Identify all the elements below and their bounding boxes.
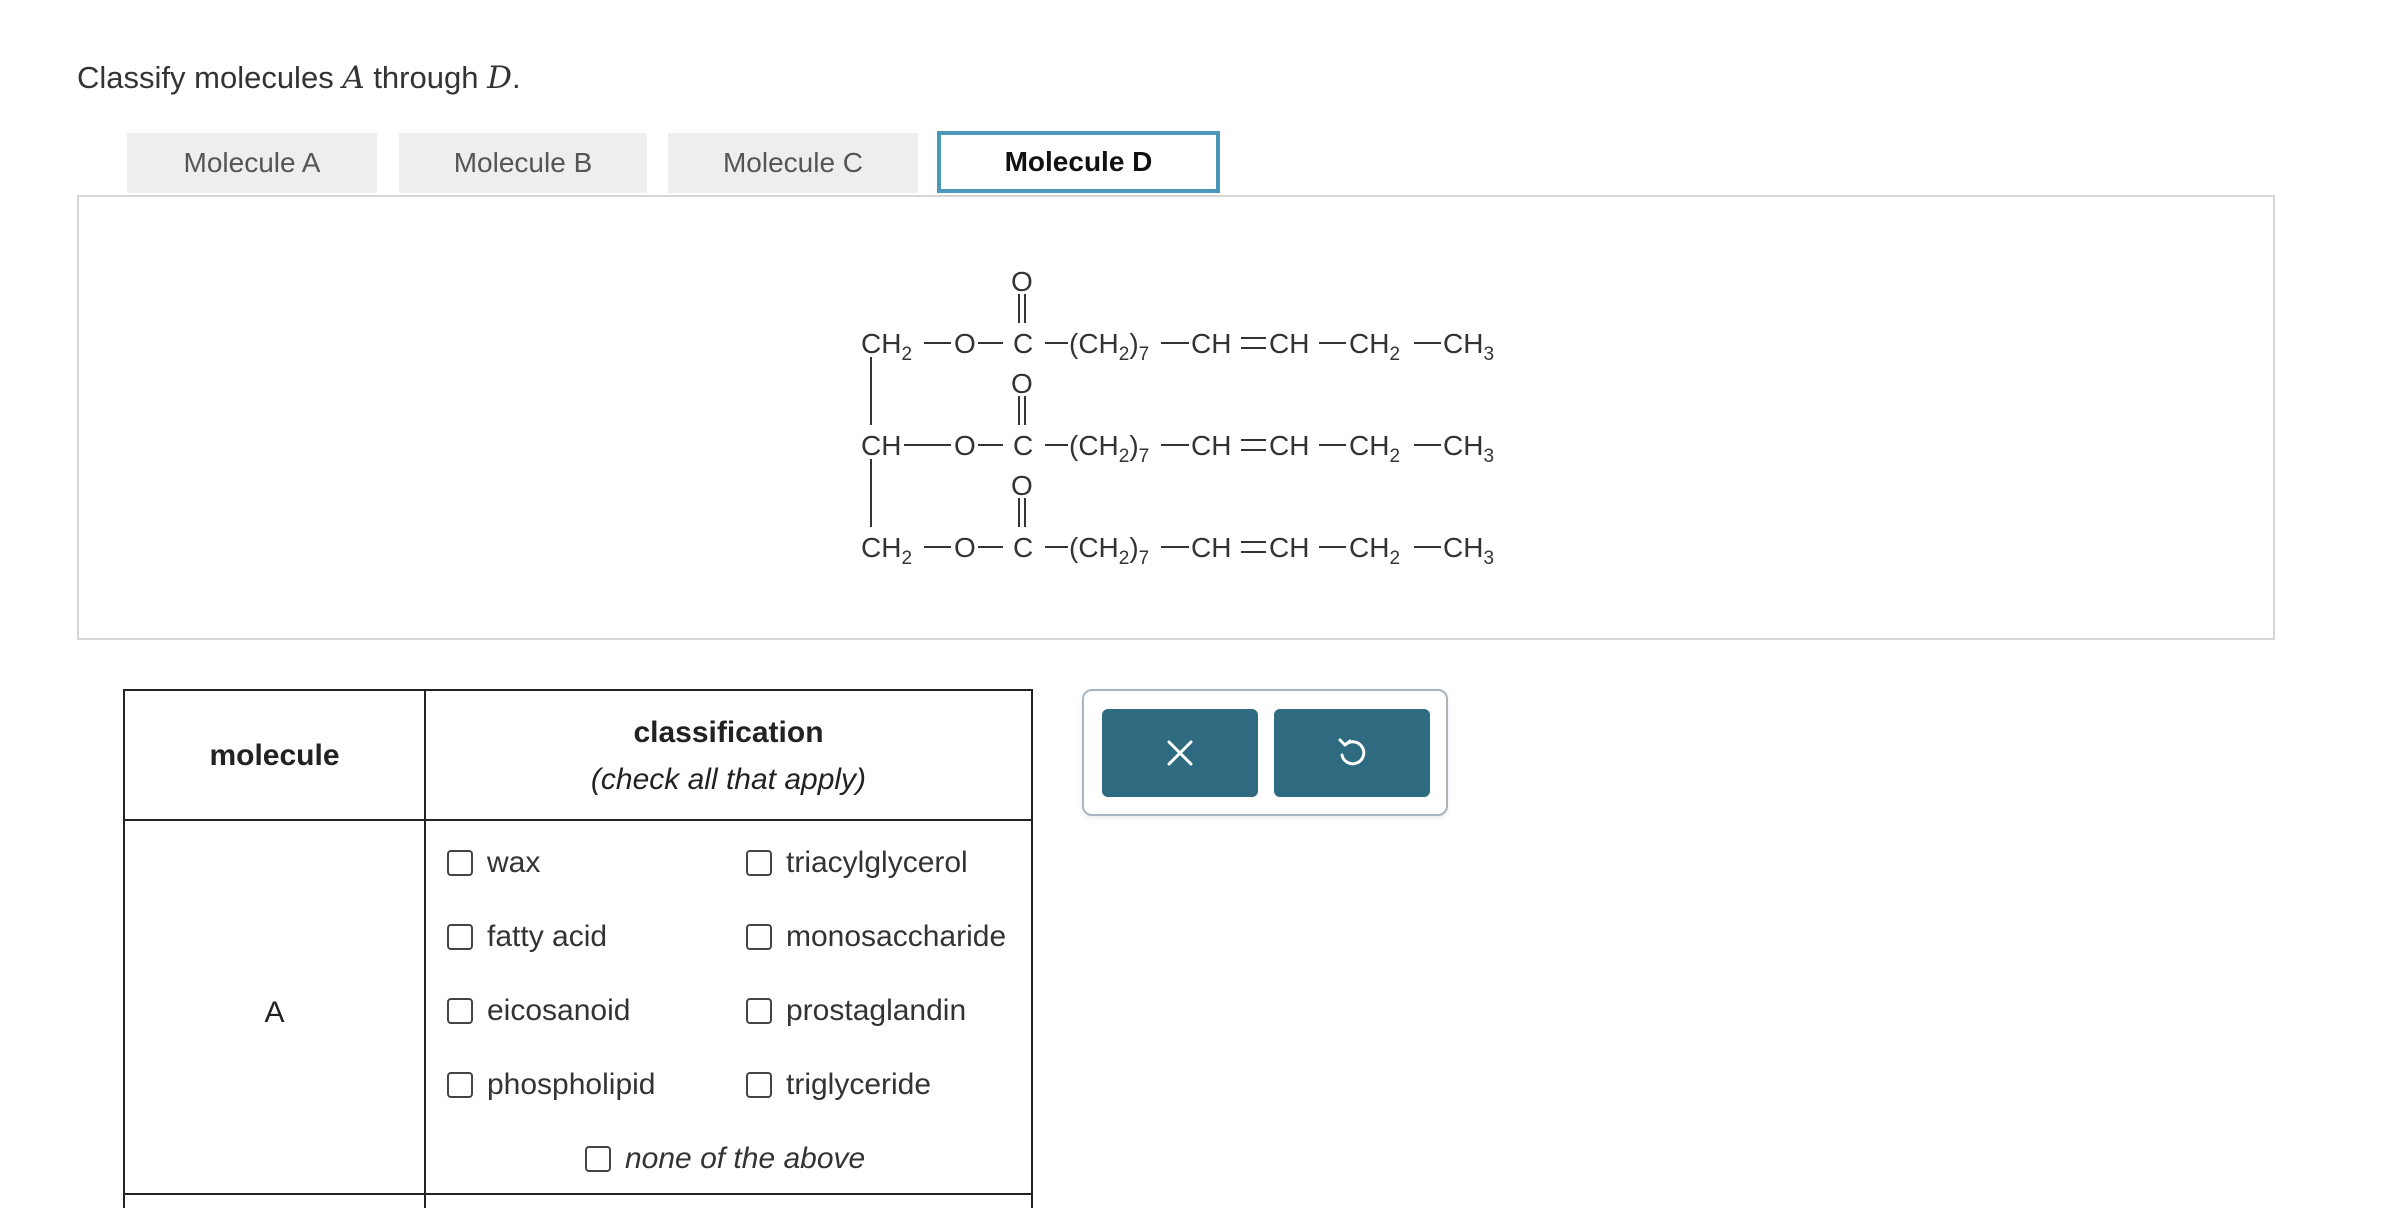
chain-ch2-2: CH2 bbox=[1349, 430, 1400, 467]
tab-molecule-d[interactable]: Molecule D bbox=[937, 131, 1220, 193]
option-fatty-acid[interactable]: fatty acid bbox=[447, 920, 607, 954]
checkbox[interactable] bbox=[447, 1072, 473, 1098]
carbonyl-oxygen-3: O bbox=[1011, 470, 1033, 501]
tab-label: Molecule D bbox=[1004, 146, 1153, 177]
clear-button[interactable] bbox=[1102, 709, 1258, 797]
glycerol-ch-middle: CH bbox=[861, 430, 901, 461]
checkbox[interactable] bbox=[585, 1146, 611, 1172]
chain-ch-a-3: CH bbox=[1191, 532, 1231, 563]
chain-ch-a-2: CH bbox=[1191, 430, 1231, 461]
reset-button[interactable] bbox=[1274, 709, 1430, 797]
carbonyl-carbon-2: C bbox=[1013, 430, 1033, 461]
option-monosaccharide[interactable]: monosaccharide bbox=[746, 920, 1006, 954]
ester-oxygen-2: O bbox=[954, 430, 976, 461]
checkbox[interactable] bbox=[746, 924, 772, 950]
action-panel bbox=[1082, 689, 1448, 816]
checkbox[interactable] bbox=[746, 998, 772, 1024]
chain-ch2n-1: (CH2)7 bbox=[1069, 328, 1149, 365]
tab-label: Molecule A bbox=[183, 147, 321, 178]
carbonyl-carbon-1: C bbox=[1013, 328, 1033, 359]
carbonyl-oxygen-2: O bbox=[1011, 368, 1033, 399]
chain-ch-b-2: CH bbox=[1269, 430, 1309, 461]
chain-ch2n-2: (CH2)7 bbox=[1069, 430, 1149, 467]
question-suffix: . bbox=[511, 60, 521, 95]
classification-table: molecule classification (check all that … bbox=[123, 689, 1033, 1208]
chain-ch-b-1: CH bbox=[1269, 328, 1309, 359]
question-text: Classify molecules bbox=[77, 60, 343, 95]
chain-ch-a-1: CH bbox=[1191, 328, 1231, 359]
glycerol-ch2-bottom: CH2 bbox=[861, 532, 912, 569]
option-wax[interactable]: wax bbox=[447, 846, 540, 880]
question-text-middle: through bbox=[364, 60, 488, 95]
option-eicosanoid[interactable]: eicosanoid bbox=[447, 994, 630, 1028]
option-prostaglandin[interactable]: prostaglandin bbox=[746, 994, 966, 1028]
option-triacylglycerol[interactable]: triacylglycerol bbox=[746, 846, 968, 880]
option-triglyceride[interactable]: triglyceride bbox=[746, 1068, 931, 1102]
checkbox[interactable] bbox=[447, 924, 473, 950]
chain-ch2-3: CH2 bbox=[1349, 532, 1400, 569]
ester-oxygen-3: O bbox=[954, 532, 976, 563]
option-none-of-the-above[interactable]: none of the above bbox=[585, 1142, 865, 1176]
header-classification-title: classification bbox=[633, 716, 824, 749]
tab-label: Molecule C bbox=[722, 147, 864, 178]
tab-molecule-a[interactable]: Molecule A bbox=[127, 133, 377, 193]
chain-ch2n-3: (CH2)7 bbox=[1069, 532, 1149, 569]
row-label-a: A bbox=[264, 996, 285, 1029]
chain-ch-b-3: CH bbox=[1269, 532, 1309, 563]
chain-ch3-1: CH3 bbox=[1443, 328, 1494, 365]
carbonyl-carbon-3: C bbox=[1013, 532, 1033, 563]
chain-ch2-1: CH2 bbox=[1349, 328, 1400, 365]
checkbox[interactable] bbox=[447, 850, 473, 876]
header-classification: classification (check all that apply) bbox=[426, 691, 1031, 821]
chain-ch3-3: CH3 bbox=[1443, 532, 1494, 569]
checkbox[interactable] bbox=[447, 998, 473, 1024]
glycerol-ch2-top: CH2 bbox=[861, 328, 912, 365]
checkbox[interactable] bbox=[746, 1072, 772, 1098]
tab-label: Molecule B bbox=[453, 147, 593, 178]
header-molecule: molecule bbox=[209, 739, 340, 772]
question-prompt: Classify molecules A through D. bbox=[77, 60, 521, 96]
carbonyl-oxygen-1: O bbox=[1011, 266, 1033, 297]
molecule-structure: O O O CH2 O C (CH2)7 CH CH CH2 CH3 CH O … bbox=[861, 266, 1494, 569]
molecule-display-panel: O O O CH2 O C (CH2)7 CH CH CH2 CH3 CH O … bbox=[77, 195, 2275, 640]
ester-oxygen-1: O bbox=[954, 328, 976, 359]
question-var-a: A bbox=[342, 60, 365, 96]
page: Classify molecules A through D. Molecule… bbox=[0, 0, 2397, 1208]
undo-icon bbox=[1338, 738, 1366, 766]
tab-molecule-c[interactable]: Molecule C bbox=[668, 133, 918, 193]
x-icon bbox=[1167, 740, 1193, 766]
header-classification-hint: (check all that apply) bbox=[590, 763, 867, 796]
tab-molecule-b[interactable]: Molecule B bbox=[399, 133, 647, 193]
checkbox[interactable] bbox=[746, 850, 772, 876]
question-var-d: D bbox=[487, 60, 512, 96]
chain-ch3-2: CH3 bbox=[1443, 430, 1494, 467]
option-phospholipid[interactable]: phospholipid bbox=[447, 1068, 655, 1102]
